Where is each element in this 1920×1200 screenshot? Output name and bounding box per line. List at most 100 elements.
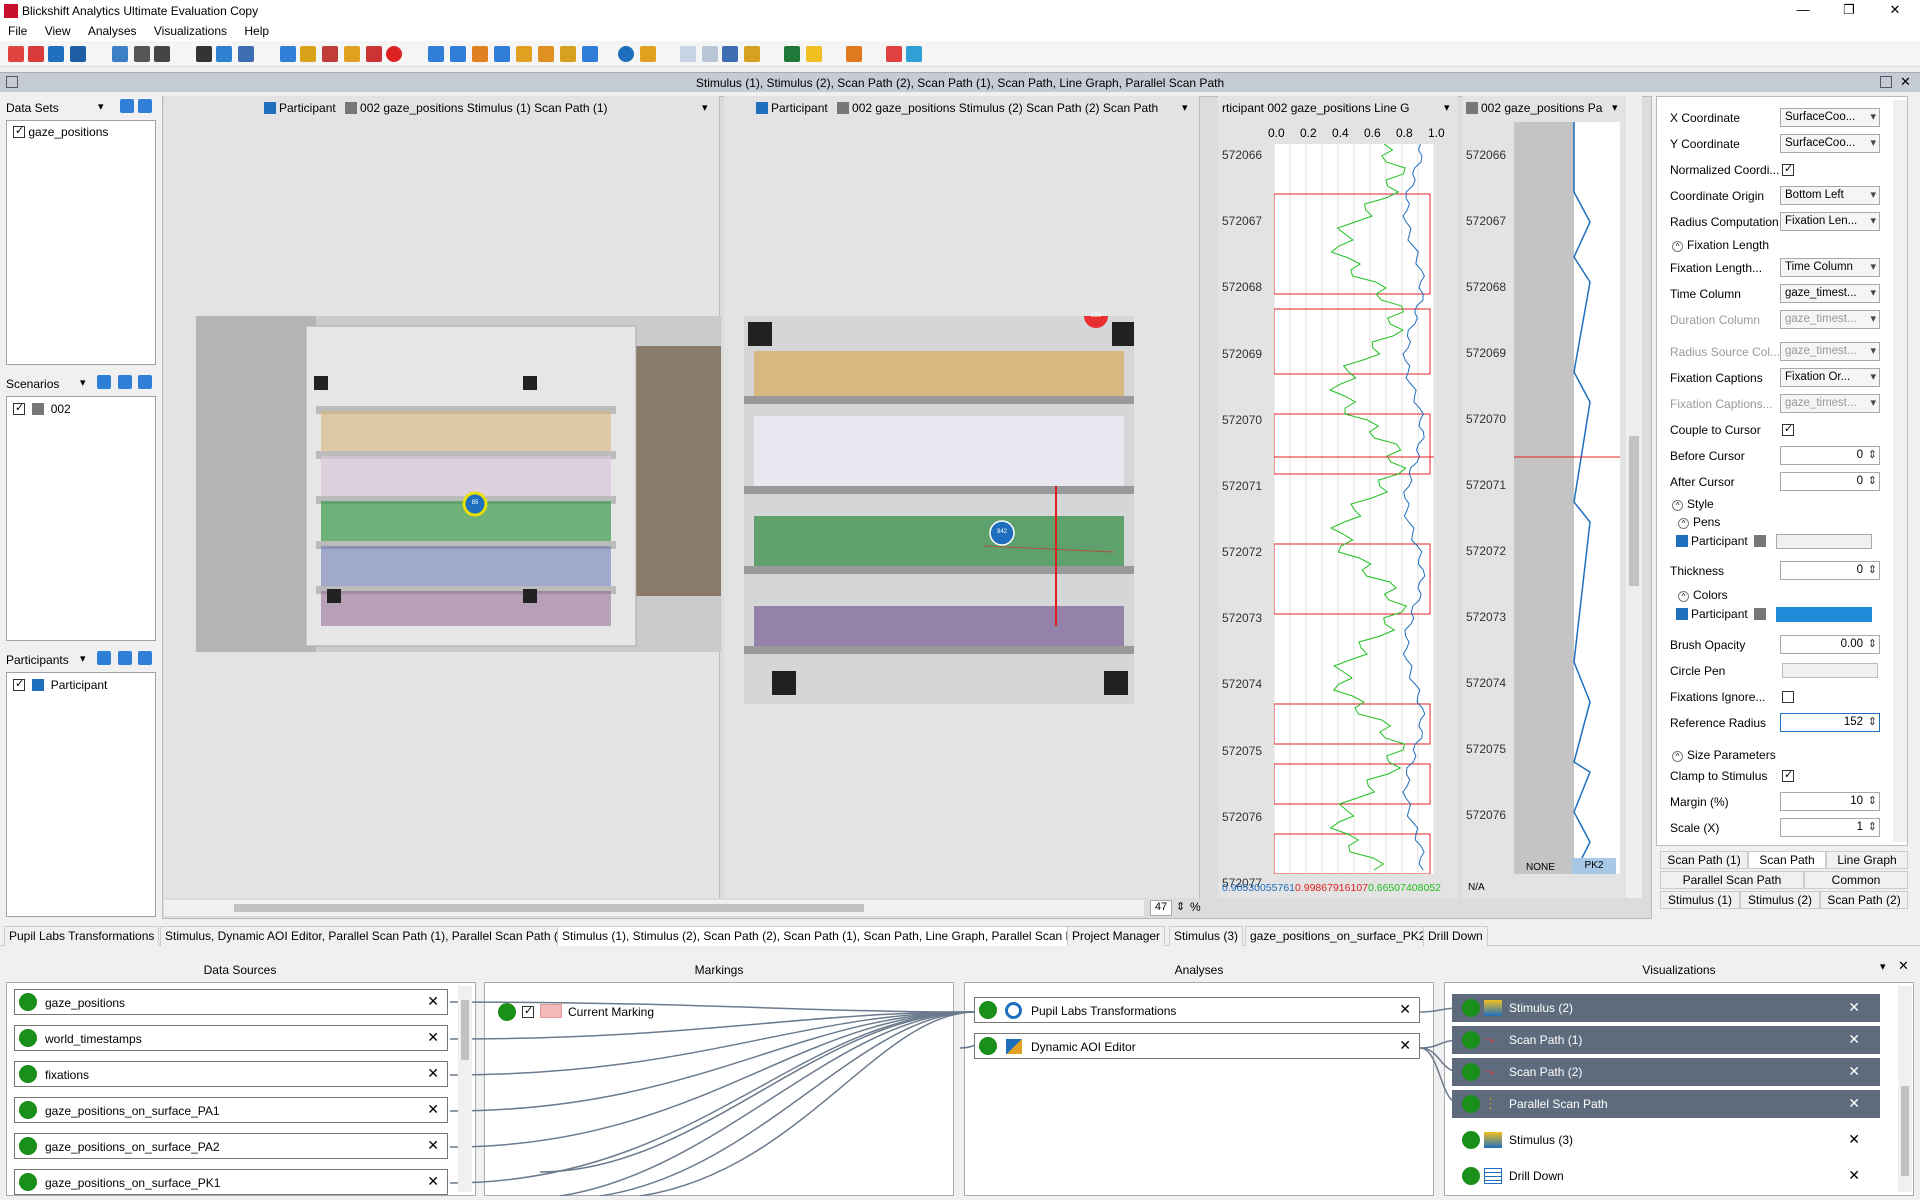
tab-drill-down[interactable]: Drill Down bbox=[1423, 926, 1488, 946]
network-icon[interactable] bbox=[886, 46, 902, 62]
data-source-node[interactable]: gaze_positions ✕ bbox=[14, 989, 448, 1015]
size-parameters-section[interactable]: ^ Size Parameters bbox=[1672, 748, 1776, 762]
zoom-stepper-icon[interactable]: ⇕ bbox=[1176, 900, 1185, 913]
before-cursor-spinbox[interactable]: 0 bbox=[1780, 446, 1880, 465]
scatter-icon[interactable] bbox=[344, 46, 360, 62]
remove-icon[interactable]: ✕ bbox=[1848, 999, 1860, 1016]
visualization-node[interactable]: ⋮ Parallel Scan Path ✕ bbox=[1452, 1090, 1880, 1118]
collapse-icon[interactable]: ^ bbox=[1678, 591, 1689, 602]
brush-opacity-spinbox[interactable]: 0.00 bbox=[1780, 635, 1880, 654]
menu-analyses[interactable]: Analyses bbox=[80, 22, 143, 38]
tab-current-layout[interactable]: Stimulus (1), Stimulus (2), Scan Path (2… bbox=[557, 926, 1096, 946]
normalized-checkbox[interactable] bbox=[1782, 162, 1794, 176]
color-picker[interactable] bbox=[1776, 607, 1872, 622]
data-source-node[interactable]: gaze_positions_on_surface_PA1 ✕ bbox=[14, 1097, 448, 1123]
list-item[interactable]: 002 bbox=[13, 401, 71, 416]
prop-tab-parallel-scan-path[interactable]: Parallel Scan Path bbox=[1660, 871, 1804, 889]
fixation-length-section[interactable]: ^ Fixation Length bbox=[1672, 238, 1769, 252]
line-icon[interactable] bbox=[582, 46, 598, 62]
reference-radius-spinbox[interactable]: 152 bbox=[1780, 713, 1880, 732]
fixations-ignore-checkbox[interactable] bbox=[1782, 691, 1794, 703]
analysis-node[interactable]: Pupil Labs Transformations ✕ bbox=[974, 997, 1420, 1023]
pipeline-collapse-icon[interactable]: ▾ bbox=[1880, 960, 1886, 973]
marking-checkbox[interactable] bbox=[522, 1004, 534, 1018]
image-icon[interactable] bbox=[806, 46, 822, 62]
transform-icon[interactable] bbox=[112, 46, 128, 62]
circle-icon[interactable] bbox=[618, 46, 634, 62]
pen-style-picker[interactable] bbox=[1776, 534, 1872, 549]
remove-icon[interactable]: ✕ bbox=[427, 993, 439, 1010]
prop-tab-stimulus-1[interactable]: Stimulus (1) bbox=[1660, 891, 1740, 909]
path-icon[interactable] bbox=[428, 46, 444, 62]
zoom-input[interactable]: 47 bbox=[1150, 900, 1172, 916]
view-scrollbar[interactable] bbox=[1626, 96, 1642, 898]
prop-tab-common[interactable]: Common bbox=[1804, 871, 1908, 889]
remove-icon[interactable]: ✕ bbox=[427, 1029, 439, 1046]
analysis-node[interactable]: Dynamic AOI Editor ✕ bbox=[974, 1033, 1420, 1059]
parallel-footer-pk2[interactable]: PK2 bbox=[1572, 858, 1616, 874]
prop-tab-scan-path[interactable]: Scan Path bbox=[1748, 851, 1826, 869]
remove-icon[interactable]: ✕ bbox=[1848, 1063, 1860, 1080]
matrix-icon[interactable] bbox=[722, 46, 738, 62]
fixation-captions-select[interactable]: Fixation Or... bbox=[1780, 368, 1880, 387]
dataset-checkbox[interactable] bbox=[13, 124, 25, 138]
fixation-length-select[interactable]: Time Column bbox=[1780, 258, 1880, 277]
save-icon[interactable] bbox=[70, 46, 86, 62]
remove-icon[interactable]: ✕ bbox=[1848, 1031, 1860, 1048]
clamp-checkbox[interactable] bbox=[1782, 768, 1794, 782]
margin-spinbox[interactable]: 10 bbox=[1780, 792, 1880, 811]
visualization-node[interactable]: Stimulus (3) ✕ bbox=[1452, 1126, 1880, 1154]
list-item[interactable]: gaze_positions bbox=[13, 124, 108, 139]
visualization-node[interactable]: Stimulus (2) ✕ bbox=[1452, 994, 1880, 1022]
remove-icon[interactable]: ✕ bbox=[427, 1137, 439, 1154]
visualization-node[interactable]: Drill Down ✕ bbox=[1452, 1162, 1880, 1190]
stimulus-icon[interactable] bbox=[640, 46, 656, 62]
prop-tab-line-graph[interactable]: Line Graph bbox=[1826, 851, 1908, 869]
menu-visualizations[interactable]: Visualizations bbox=[146, 22, 233, 38]
linegraph-dropdown-icon[interactable]: ▾ bbox=[1444, 101, 1450, 114]
couple-cursor-checkbox[interactable] bbox=[1782, 422, 1794, 436]
table-icon[interactable] bbox=[702, 46, 718, 62]
hierarchy-icon[interactable] bbox=[680, 46, 696, 62]
collapse-icon[interactable]: ^ bbox=[1672, 241, 1683, 252]
radius-select[interactable]: Fixation Len... bbox=[1780, 212, 1880, 231]
y-coordinate-select[interactable]: SurfaceCoo... bbox=[1780, 134, 1880, 153]
participants-group-icon[interactable] bbox=[97, 651, 111, 665]
collapse-icon[interactable]: ^ bbox=[1672, 751, 1683, 762]
scenarios-dropdown-icon[interactable]: ▾ bbox=[80, 376, 86, 389]
thickness-spinbox[interactable]: 0 bbox=[1780, 561, 1880, 580]
visualization-node[interactable]: ⤳ Scan Path (2) ✕ bbox=[1452, 1058, 1880, 1086]
remove-icon[interactable]: ✕ bbox=[427, 1101, 439, 1118]
list-item[interactable]: Participant bbox=[13, 677, 107, 692]
remove-icon[interactable]: ✕ bbox=[1399, 1001, 1411, 1018]
close-button[interactable]: ✕ bbox=[1872, 0, 1918, 22]
circle-pen-picker[interactable] bbox=[1782, 663, 1878, 678]
participants-settings-icon[interactable] bbox=[138, 651, 152, 665]
prop-tab-scan-path-1[interactable]: Scan Path (1) bbox=[1660, 851, 1748, 869]
visualizations-scrollbar[interactable] bbox=[1898, 986, 1912, 1192]
stimulus-view-1[interactable]: Participant 002 gaze_positions Stimulus … bbox=[164, 96, 721, 898]
minimize-button[interactable]: — bbox=[1780, 0, 1826, 22]
remove-icon[interactable]: ✕ bbox=[1399, 1037, 1411, 1054]
nodes-icon[interactable] bbox=[450, 46, 466, 62]
menu-help[interactable]: Help bbox=[236, 22, 275, 38]
remove-icon[interactable]: ✕ bbox=[1848, 1167, 1860, 1184]
marking-node[interactable]: Current Marking bbox=[494, 1000, 664, 1024]
record-icon[interactable] bbox=[386, 46, 402, 62]
tab-gaze-positions-pk2[interactable]: gaze_positions_on_surface_PK2 bbox=[1245, 926, 1431, 946]
data-source-node[interactable]: fixations ✕ bbox=[14, 1061, 448, 1087]
data-source-node[interactable]: gaze_positions_on_surface_PA2 ✕ bbox=[14, 1133, 448, 1159]
participants-search-icon[interactable] bbox=[118, 651, 132, 665]
remove-icon[interactable]: ✕ bbox=[1848, 1095, 1860, 1112]
parallel-icon[interactable] bbox=[560, 46, 576, 62]
sort-icon[interactable] bbox=[196, 46, 212, 62]
menu-file[interactable]: File bbox=[0, 22, 33, 38]
stats-icon[interactable] bbox=[744, 46, 760, 62]
maximize-button[interactable]: ❐ bbox=[1826, 0, 1872, 22]
scenarios-settings-icon[interactable] bbox=[138, 375, 152, 389]
collapse-icon[interactable]: ^ bbox=[1672, 500, 1683, 511]
aoi-icon[interactable] bbox=[216, 46, 232, 62]
arrow-icon[interactable] bbox=[366, 46, 382, 62]
pens-section[interactable]: ^ Pens bbox=[1678, 515, 1720, 529]
participant-checkbox[interactable] bbox=[13, 677, 25, 691]
